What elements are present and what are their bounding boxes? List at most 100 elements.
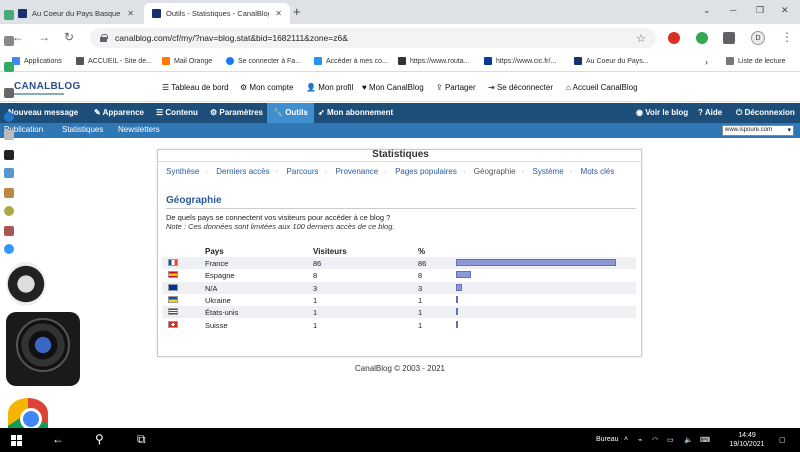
back-arrow-icon[interactable]: ←	[52, 432, 64, 446]
search-icon[interactable]: ⚲	[95, 432, 104, 446]
tab-au-coeur[interactable]: Au Coeur du Pays Basque (SPC ✕	[10, 3, 142, 24]
cell-country: Espagne	[205, 271, 235, 281]
desktop-app-icon[interactable]	[4, 10, 14, 20]
submenu-statistiques[interactable]: Statistiques	[62, 125, 103, 134]
menu-apparence[interactable]: ✎ Apparence	[94, 103, 144, 123]
divider	[166, 208, 636, 209]
bookmark-star-icon[interactable]: ☆	[636, 32, 646, 45]
blog-select[interactable]: www.ispoure.com	[722, 125, 794, 136]
bookmark-item[interactable]: ACCUEIL - Site de...	[76, 57, 152, 65]
logout-icon: ⇥	[488, 83, 497, 92]
subnav-systeme[interactable]: Système	[533, 167, 564, 176]
url-field[interactable]: canalblog.com/cf/my/?nav=blog.stat&bid=1…	[90, 28, 656, 48]
menu-outils[interactable]: 🔧 Outils	[267, 103, 314, 123]
maximize-icon[interactable]: ❐	[756, 5, 764, 16]
input-method-icon[interactable]: ⌨	[700, 436, 710, 444]
menu-aide[interactable]: ? Aide	[698, 103, 722, 123]
headphones-app-icon[interactable]	[6, 262, 46, 306]
link-se-deconnecter[interactable]: ⇥ Se déconnecter	[488, 83, 553, 92]
link-mon-compte[interactable]: ⚙ Mon compte	[240, 83, 293, 92]
notifications-icon[interactable]: ▢	[779, 436, 786, 444]
percent-bar	[456, 259, 616, 266]
desktop-icon-strip	[0, 0, 18, 270]
desktop-app-icon[interactable]	[4, 150, 14, 160]
desktop-app-icon[interactable]	[4, 188, 14, 198]
desktop-app-icon[interactable]	[4, 244, 14, 254]
desktop-app-icon[interactable]	[4, 226, 14, 236]
link-mon-canalblog[interactable]: ♥ Mon CanalBlog	[362, 83, 424, 92]
table-row: N/A 3 3	[162, 281, 636, 294]
forward-icon[interactable]: →	[38, 30, 50, 44]
canalblog-logo[interactable]: CANALBLOG	[14, 81, 81, 95]
bookmark-item[interactable]: Se connecter à Fa...	[226, 57, 301, 65]
bookmark-item[interactable]: https://www.cic.fr/...	[484, 57, 556, 65]
link-mon-profil[interactable]: 👤 Mon profil	[306, 83, 353, 92]
menu-contenu[interactable]: ☰ Contenu	[156, 103, 198, 123]
desktop-app-icon[interactable]	[4, 168, 14, 178]
wifi-icon[interactable]: ◠	[652, 436, 658, 444]
menu-deconnexion[interactable]: ⏻ Déconnexion	[736, 103, 795, 123]
profile-avatar[interactable]: D	[751, 31, 765, 45]
volume-icon[interactable]: 🔈	[684, 436, 693, 444]
subnav-derniers-acces[interactable]: Derniers accès	[216, 167, 269, 176]
bookmark-item[interactable]: Mail Orange	[162, 57, 212, 65]
bookmark-item[interactable]: https://www.routa...	[398, 57, 470, 65]
canalblog-favicon-icon	[574, 57, 582, 65]
subnav-parcours[interactable]: Parcours	[287, 167, 319, 176]
menu-parametres[interactable]: ⚙ Paramètres	[210, 103, 263, 123]
desktop-app-icon[interactable]	[4, 62, 14, 72]
window-close-icon[interactable]: ✕	[781, 5, 789, 16]
table-row: France 86 86	[162, 257, 636, 269]
bookmark-item[interactable]: Au Coeur du Pays...	[574, 57, 649, 65]
chevron-right-icon[interactable]: ›	[705, 57, 708, 67]
task-view-icon[interactable]: ⧉	[137, 432, 146, 447]
desktop-app-icon[interactable]	[4, 36, 14, 46]
reading-list[interactable]: Liste de lecture	[726, 57, 785, 65]
menu-voir-le-blog[interactable]: ◉ Voir le blog	[636, 103, 688, 123]
link-partager[interactable]: ⇪ Partager	[436, 83, 476, 92]
link-accueil-canalblog[interactable]: ⌂ Accueil CanalBlog	[566, 83, 638, 92]
brush-icon: ✎	[94, 108, 103, 117]
share-icon: ⇪	[436, 83, 445, 92]
close-icon[interactable]: ✕	[127, 9, 134, 18]
minimize-icon[interactable]: ─	[730, 5, 736, 15]
camera-app-icon[interactable]	[6, 312, 80, 386]
separator: ·	[569, 167, 573, 176]
chrome-app-icon[interactable]	[8, 398, 48, 428]
desktop-app-icon[interactable]	[4, 88, 14, 98]
tray-label[interactable]: Bureau	[596, 436, 619, 443]
close-icon[interactable]: ✕	[275, 9, 282, 18]
menu-nouveau-message[interactable]: Nouveau message	[8, 103, 78, 123]
bookmark-item[interactable]: Accéder à mes co...	[314, 57, 388, 65]
desktop-app-icon[interactable]	[4, 130, 14, 140]
link-tableau-de-bord[interactable]: ☰ Tableau de bord	[162, 83, 229, 92]
battery-icon[interactable]: ▭	[667, 436, 674, 444]
lock-icon	[100, 34, 108, 42]
new-tab-button[interactable]: +	[293, 4, 301, 19]
subnav-mots-cles[interactable]: Mots clés	[581, 167, 615, 176]
menu-kebab-icon[interactable]: ⋮	[781, 30, 793, 44]
desktop-app-icon[interactable]	[4, 206, 14, 216]
windows-start-icon[interactable]	[11, 435, 22, 446]
desktop-app-icon[interactable]	[4, 112, 14, 122]
extensions-puzzle-icon[interactable]	[723, 32, 735, 44]
tab-search-icon[interactable]: ⌄	[703, 5, 711, 16]
bookmark-item[interactable]: Applications	[12, 57, 62, 65]
subnav-provenance[interactable]: Provenance	[335, 167, 378, 176]
section-note: Note : Ces données sont limitées aux 100…	[166, 222, 395, 231]
network-icon[interactable]: ⌁	[638, 436, 642, 444]
reload-icon[interactable]: ↻	[64, 30, 74, 44]
extension-icon[interactable]	[696, 32, 708, 44]
cell-country: États-unis	[205, 308, 239, 318]
extension-icon[interactable]	[668, 32, 680, 44]
subnav-synthese[interactable]: Synthèse	[166, 167, 199, 176]
menu-mon-abonnement[interactable]: ➶ Mon abonnement	[318, 103, 393, 123]
submenu-newsletters[interactable]: Newsletters	[118, 125, 160, 134]
cell-percent: 8	[418, 271, 423, 281]
cell-percent: 86	[418, 259, 427, 268]
tab-outils-statistiques[interactable]: Outils - Statistiques - CanalBlog ✕	[144, 3, 290, 24]
percent-bar	[456, 308, 458, 316]
subnav-pages-populaires[interactable]: Pages populaires	[395, 167, 457, 176]
taskbar-clock[interactable]: 14:49 19/10/2021	[729, 431, 765, 449]
tray-chevron-icon[interactable]: ˄	[624, 436, 628, 443]
